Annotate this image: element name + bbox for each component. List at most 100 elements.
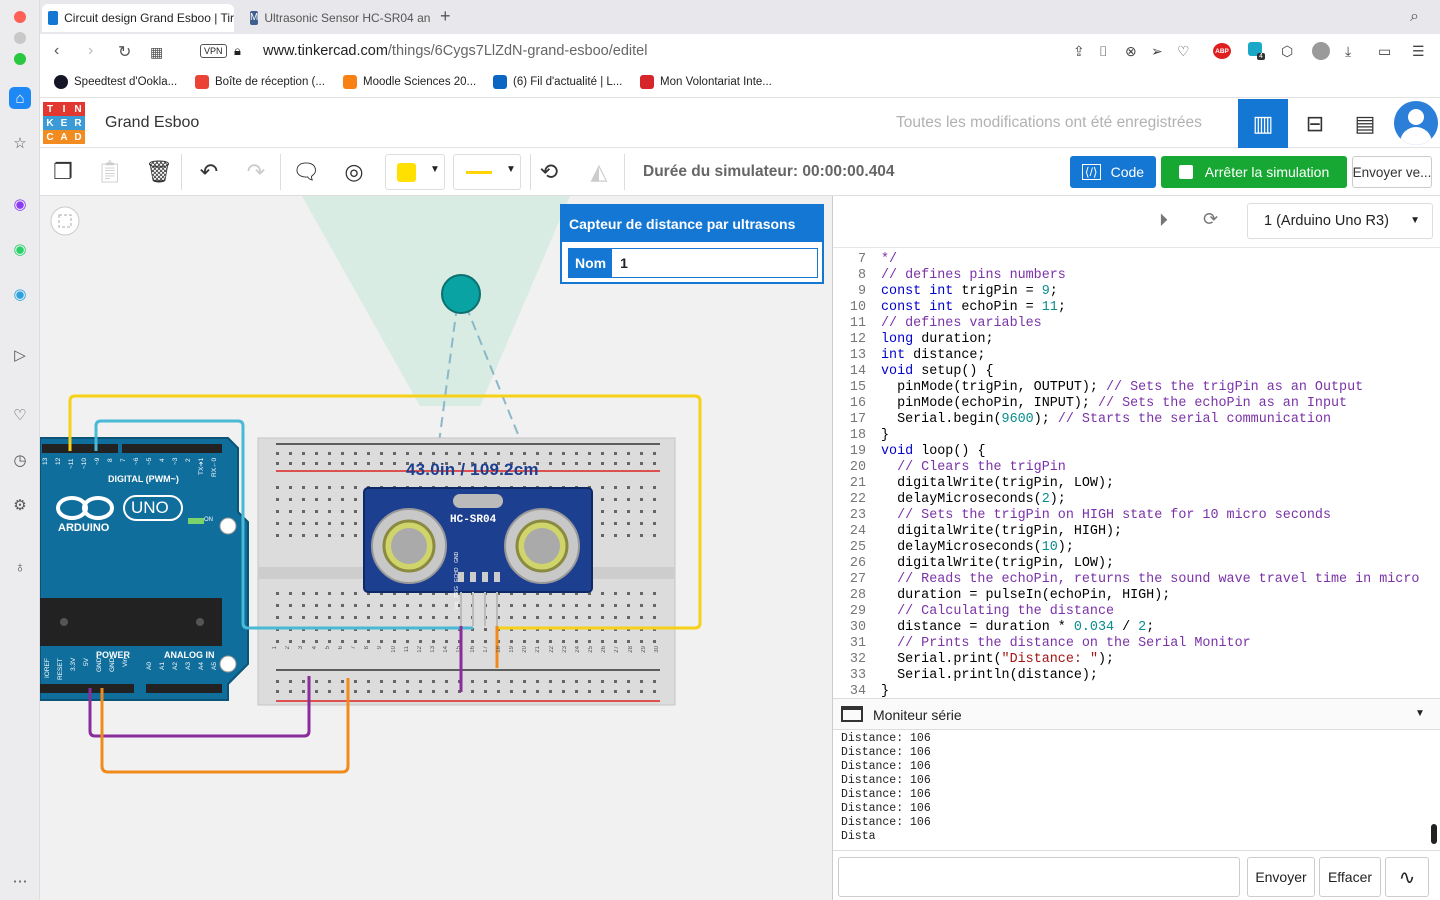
breadboard-hole[interactable]: [328, 486, 331, 489]
breadboard-hole[interactable]: [601, 462, 604, 465]
breadboard-hole[interactable]: [536, 690, 539, 693]
breadboard-hole[interactable]: [289, 452, 292, 455]
wire-style-picker[interactable]: ▼: [453, 154, 521, 190]
breadboard-hole[interactable]: [276, 604, 279, 607]
breadboard-hole[interactable]: [523, 604, 526, 607]
breadboard-hole[interactable]: [653, 640, 656, 643]
breadboard-hole[interactable]: [536, 640, 539, 643]
device-select[interactable]: 1 (Arduino Uno R3) ▼: [1247, 203, 1433, 239]
step-forward-icon[interactable]: ⏵︎: [1159, 210, 1168, 231]
breadboard-hole[interactable]: [419, 604, 422, 607]
tinkercad-logo[interactable]: TINKERCAD: [43, 102, 85, 144]
circuit-view-button[interactable]: ▥: [1238, 99, 1288, 148]
breadboard-hole[interactable]: [289, 640, 292, 643]
breadboard-hole[interactable]: [328, 452, 331, 455]
breadboard-hole[interactable]: [354, 510, 357, 513]
breadboard-hole[interactable]: [341, 462, 344, 465]
breadboard-hole[interactable]: [627, 680, 630, 683]
breadboard-hole[interactable]: [354, 498, 357, 501]
new-tab-plus-icon[interactable]: +: [440, 6, 451, 27]
breadboard-hole[interactable]: [289, 510, 292, 513]
breadboard-hole[interactable]: [328, 534, 331, 537]
breadboard-hole[interactable]: [601, 604, 604, 607]
breadboard-hole[interactable]: [549, 690, 552, 693]
breadboard-hole[interactable]: [549, 640, 552, 643]
breadboard-hole[interactable]: [601, 498, 604, 501]
breadboard-hole[interactable]: [289, 522, 292, 525]
breadboard-hole[interactable]: [393, 616, 396, 619]
menu-icon[interactable]: ☰: [1412, 43, 1425, 60]
breadboard-hole[interactable]: [393, 690, 396, 693]
plotter-button[interactable]: ∿: [1385, 857, 1429, 897]
battery-icon[interactable]: ▭: [1378, 43, 1391, 60]
breadboard-hole[interactable]: [588, 616, 591, 619]
search-tabs-icon[interactable]: ⌕: [1410, 8, 1419, 26]
breadboard-hole[interactable]: [276, 592, 279, 595]
tab-grid-icon[interactable]: ▦: [150, 44, 163, 61]
maximize-window-dot[interactable]: [14, 53, 26, 65]
breadboard-hole[interactable]: [276, 616, 279, 619]
breadboard-hole[interactable]: [406, 680, 409, 683]
breadboard-hole[interactable]: [367, 616, 370, 619]
breadboard-hole[interactable]: [588, 452, 591, 455]
component-list-button[interactable]: ▤: [1340, 99, 1390, 148]
breadboard-hole[interactable]: [315, 534, 318, 537]
rotate-button[interactable]: ⟲: [532, 156, 566, 188]
breadboard-hole[interactable]: [432, 604, 435, 607]
breadboard-hole[interactable]: [315, 616, 318, 619]
breadboard-hole[interactable]: [380, 616, 383, 619]
breadboard-hole[interactable]: [614, 616, 617, 619]
breadboard-hole[interactable]: [341, 680, 344, 683]
breadboard-hole[interactable]: [484, 628, 487, 631]
breadboard-hole[interactable]: [653, 462, 656, 465]
breadboard-hole[interactable]: [445, 640, 448, 643]
breadboard-hole[interactable]: [380, 604, 383, 607]
breadboard-hole[interactable]: [653, 604, 656, 607]
breadboard-hole[interactable]: [627, 640, 630, 643]
breadboard-hole[interactable]: [471, 640, 474, 643]
breadboard-hole[interactable]: [640, 522, 643, 525]
breadboard-hole[interactable]: [575, 452, 578, 455]
zoom-fit-button[interactable]: [50, 206, 80, 236]
name-value[interactable]: 1: [612, 249, 636, 277]
vpn-badge[interactable]: VPN: [200, 44, 227, 58]
tab-circuit-design[interactable]: Circuit design Grand Esboo | Tir: [42, 4, 234, 32]
home-icon[interactable]: ⌂: [9, 87, 31, 109]
more-dots-icon[interactable]: ⋯: [9, 870, 31, 892]
breadboard-hole[interactable]: [588, 462, 591, 465]
breadboard-hole[interactable]: [341, 534, 344, 537]
breadboard-hole[interactable]: [653, 498, 656, 501]
breadboard-hole[interactable]: [419, 690, 422, 693]
breadboard-hole[interactable]: [601, 690, 604, 693]
breadboard-hole[interactable]: [302, 690, 305, 693]
breadboard-hole[interactable]: [328, 498, 331, 501]
breadboard-hole[interactable]: [627, 498, 630, 501]
breadboard-hole[interactable]: [406, 640, 409, 643]
breadboard-hole[interactable]: [627, 592, 630, 595]
breadboard-hole[interactable]: [354, 616, 357, 619]
breadboard-hole[interactable]: [432, 616, 435, 619]
breadboard-hole[interactable]: [601, 522, 604, 525]
breadboard-hole[interactable]: [575, 640, 578, 643]
breadboard-hole[interactable]: [315, 452, 318, 455]
breadboard-hole[interactable]: [510, 604, 513, 607]
send-serial-button[interactable]: Envoyer: [1247, 857, 1315, 897]
breadboard-hole[interactable]: [302, 486, 305, 489]
breadboard-hole[interactable]: [276, 690, 279, 693]
breadboard-hole[interactable]: [302, 640, 305, 643]
breadboard-hole[interactable]: [614, 690, 617, 693]
breadboard-hole[interactable]: [653, 534, 656, 537]
breadboard-hole[interactable]: [627, 616, 630, 619]
breadboard-hole[interactable]: [614, 452, 617, 455]
breadboard-hole[interactable]: [432, 680, 435, 683]
breadboard-hole[interactable]: [523, 452, 526, 455]
breadboard-hole[interactable]: [302, 510, 305, 513]
breadboard-hole[interactable]: [627, 522, 630, 525]
messenger-icon[interactable]: ◉: [9, 193, 31, 215]
breadboard-hole[interactable]: [302, 604, 305, 607]
code-editor[interactable]: 7 */8// defines pins numbers 9 const int tr…: [833, 248, 1440, 698]
breadboard-hole[interactable]: [588, 680, 591, 683]
breadboard-hole[interactable]: [276, 452, 279, 455]
breadboard-hole[interactable]: [640, 616, 643, 619]
breadboard-hole[interactable]: [419, 452, 422, 455]
